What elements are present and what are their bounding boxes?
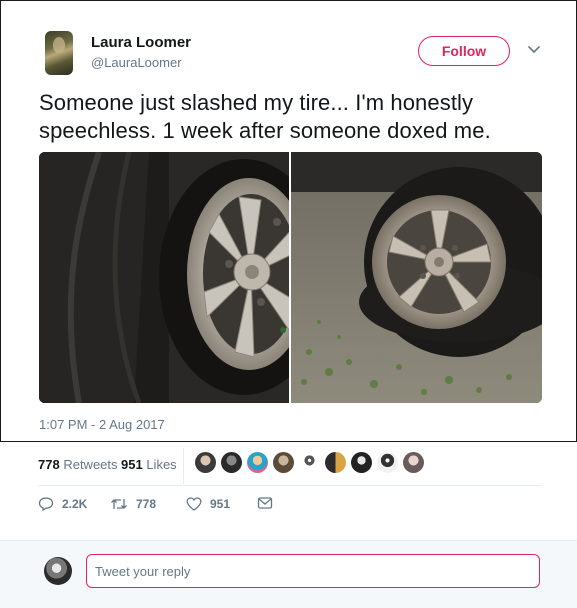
heart-icon <box>186 497 202 511</box>
like-stat[interactable]: 951 Likes <box>121 457 177 472</box>
viewer-avatar <box>44 557 72 585</box>
divider <box>38 485 541 486</box>
author-name[interactable]: Laura Loomer <box>91 34 191 51</box>
retweet-stat[interactable]: 778 Retweets <box>38 457 118 472</box>
liker-avatar[interactable] <box>221 452 242 473</box>
author-handle[interactable]: @LauraLoomer <box>91 55 182 70</box>
like-action[interactable]: 951 <box>186 496 230 512</box>
liker-avatar[interactable] <box>377 452 398 473</box>
reply-bar <box>0 540 577 608</box>
flat-tire-photo <box>39 152 542 403</box>
liker-avatar[interactable] <box>403 452 424 473</box>
author-avatar[interactable] <box>45 31 73 75</box>
like-count: 951 <box>121 457 143 472</box>
liker-avatar[interactable] <box>247 452 268 473</box>
follow-button[interactable]: Follow <box>418 36 510 66</box>
liker-avatar[interactable] <box>195 452 216 473</box>
tweet-actions: 2.2K 778 951 <box>38 496 541 518</box>
liker-avatar[interactable] <box>273 452 294 473</box>
liker-avatar[interactable] <box>325 452 346 473</box>
reply-bubble-icon <box>38 497 54 512</box>
like-label: Likes <box>146 457 177 472</box>
tweet-timestamp[interactable]: 1:07 PM - 2 Aug 2017 <box>39 417 165 432</box>
reply-input[interactable] <box>86 554 540 588</box>
retweet-label: Retweets <box>63 457 118 472</box>
retweet-arrows-icon <box>111 499 127 509</box>
stats-divider <box>183 448 184 484</box>
liker-avatar[interactable] <box>351 452 372 473</box>
reply-count: 2.2K <box>62 497 88 511</box>
engagement-stats: 778 Retweets 951 Likes <box>38 448 541 484</box>
tweet-card: Laura Loomer @LauraLoomer Follow Someone… <box>0 0 577 442</box>
retweet-count: 778 <box>38 457 60 472</box>
like-action-count: 951 <box>210 497 231 511</box>
retweet-action-count: 778 <box>136 497 157 511</box>
reply-action[interactable]: 2.2K <box>38 496 87 512</box>
tweet-photo[interactable] <box>39 152 542 403</box>
tweet-text: Someone just slashed my tire... I'm hone… <box>39 90 491 143</box>
retweet-action[interactable]: 778 <box>110 496 156 512</box>
liker-avatar[interactable] <box>299 452 320 473</box>
chevron-down-icon[interactable] <box>528 45 540 55</box>
direct-message-action[interactable] <box>257 496 273 510</box>
envelope-icon <box>257 497 273 509</box>
